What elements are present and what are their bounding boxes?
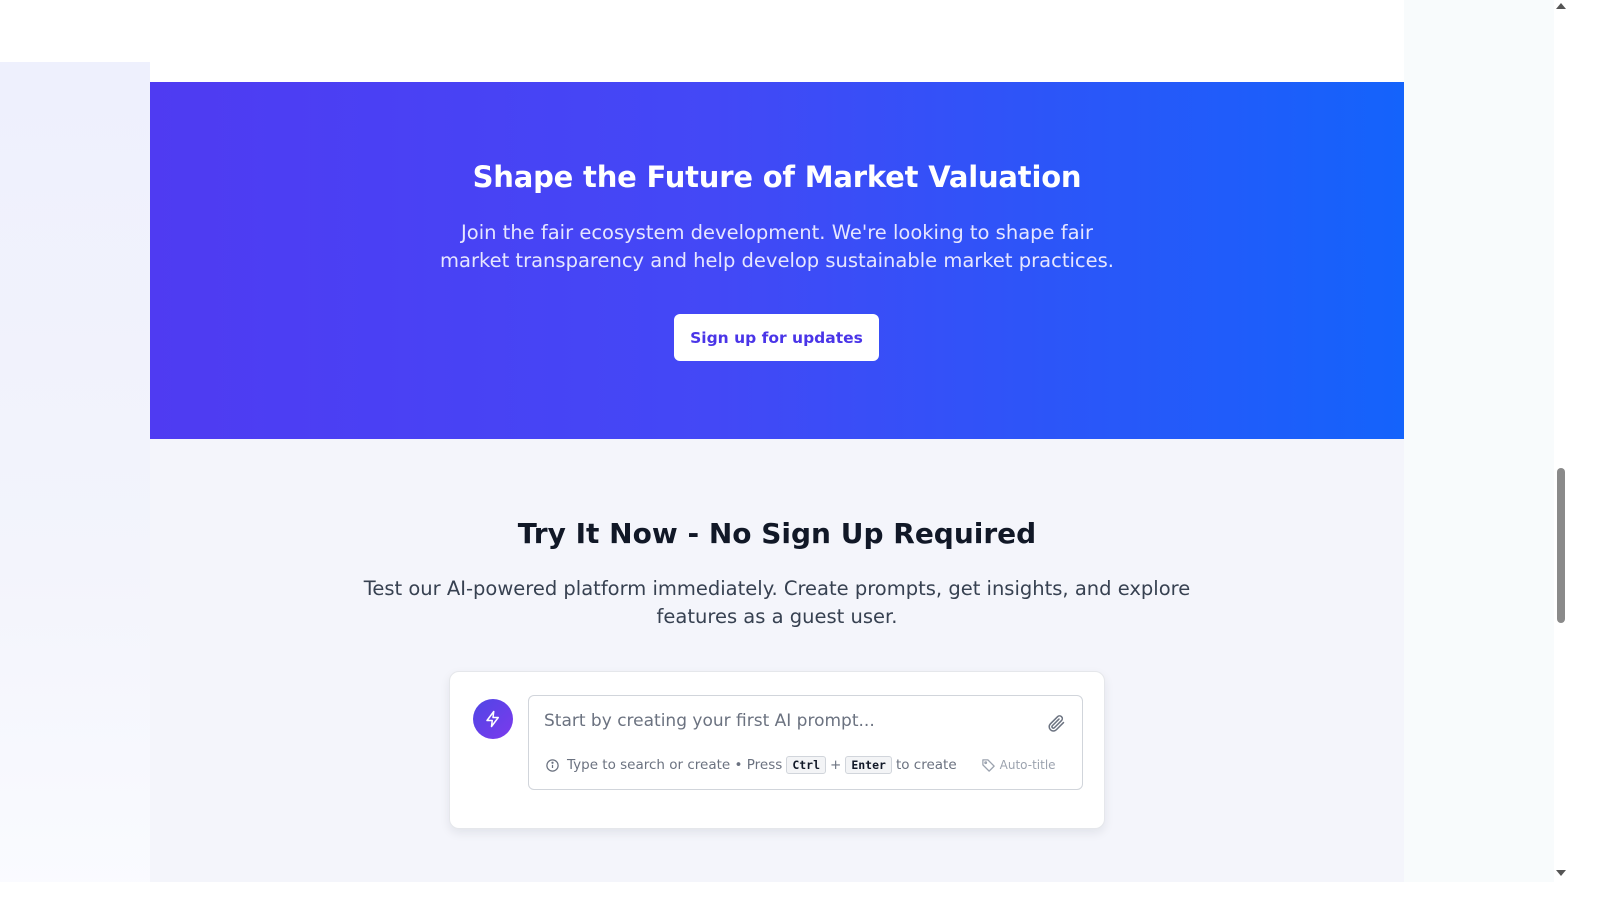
sign-up-button[interactable]: Sign up for updates — [674, 314, 879, 361]
auto-title-label: Auto-title — [999, 758, 1056, 772]
scroll-down-arrow-icon[interactable] — [1556, 870, 1566, 876]
lightning-bolt-icon — [473, 699, 513, 739]
auto-title-toggle[interactable]: Auto-title — [981, 758, 1056, 773]
tag-icon — [981, 758, 995, 772]
prompt-card: Type to search or create • Press Ctrl + … — [449, 671, 1105, 829]
right-background — [1404, 0, 1554, 900]
ctrl-key: Ctrl — [786, 756, 827, 774]
vertical-scrollbar[interactable] — [1554, 0, 1568, 882]
prompt-hint: Type to search or create • Press Ctrl + … — [545, 754, 1056, 776]
try-it-now-section: Try It Now - No Sign Up Required Test ou… — [150, 439, 1404, 900]
plus-sign: + — [830, 757, 842, 773]
enter-key: Enter — [845, 756, 892, 774]
bottom-strip — [0, 882, 1600, 900]
hero-banner: Shape the Future of Market Valuation Joi… — [150, 82, 1404, 439]
hint-prefix: Type to search or create • Press — [567, 757, 783, 773]
prompt-box: Type to search or create • Press Ctrl + … — [528, 695, 1083, 790]
hero-subtitle: Join the fair ecosystem development. We'… — [440, 221, 1114, 272]
left-background — [0, 62, 150, 900]
paperclip-icon[interactable] — [1046, 713, 1066, 733]
prompt-input[interactable] — [544, 708, 1024, 734]
hint-suffix: to create — [895, 757, 957, 773]
scroll-up-arrow-icon[interactable] — [1556, 3, 1566, 9]
scroll-thumb[interactable] — [1557, 468, 1565, 623]
info-circle-icon — [546, 758, 559, 772]
try-subtitle: Test our AI-powered platform immediately… — [363, 577, 1191, 628]
hero-title: Shape the Future of Market Valuation — [472, 160, 1082, 194]
try-title: Try It Now - No Sign Up Required — [517, 517, 1037, 550]
